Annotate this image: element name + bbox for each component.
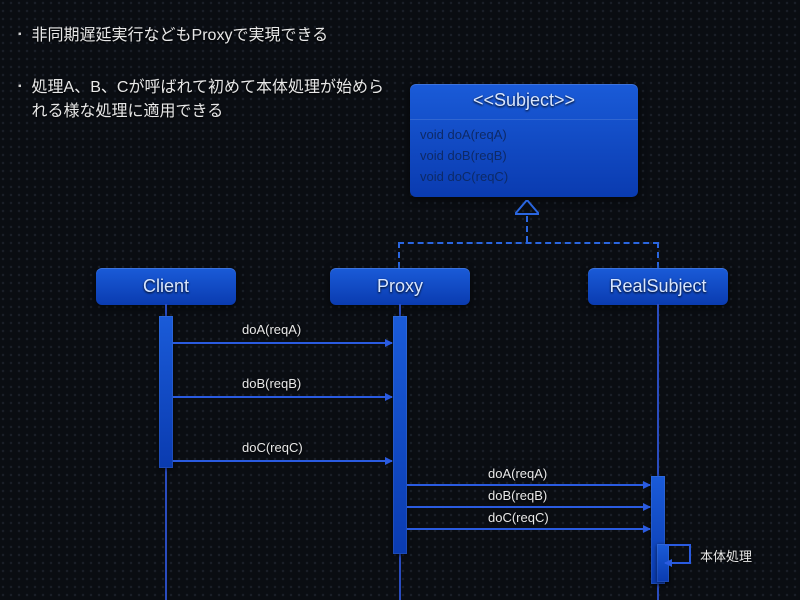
message-label: doC(reqC) xyxy=(242,440,303,455)
self-call-arrow xyxy=(665,544,691,564)
bullet-item: ▪ 非同期遅延実行などもProxyで実現できる xyxy=(18,24,398,48)
message-arrow xyxy=(173,460,392,462)
message-arrow xyxy=(407,506,650,508)
activation-client xyxy=(159,316,173,468)
inheritance-dash-to-realsubject xyxy=(657,242,659,268)
message-label: doB(reqB) xyxy=(242,376,301,391)
lane-label-client: Client xyxy=(96,268,236,305)
bullet-item: ▪ 処理A、B、Cが呼ばれて初めて本体処理が始められる様な処理に適用できる xyxy=(18,76,398,124)
message-label: doB(reqB) xyxy=(488,488,547,503)
inheritance-dash-to-proxy xyxy=(398,242,400,268)
self-call-label: 本体処理 xyxy=(700,546,752,565)
square-bullet-icon: ▪ xyxy=(18,81,22,92)
subject-class-box: <<Subject>> void doA(reqA) void doB(reqB… xyxy=(410,84,638,197)
subject-title: <<Subject>> xyxy=(410,84,638,120)
activation-proxy xyxy=(393,316,407,554)
subject-method: void doB(reqB) xyxy=(410,145,638,166)
bullet-text: 処理A、B、Cが呼ばれて初めて本体処理が始められる様な処理に適用できる xyxy=(32,76,398,124)
subject-methods: void doA(reqA) void doB(reqB) void doC(r… xyxy=(410,120,638,197)
lane-label-proxy: Proxy xyxy=(330,268,470,305)
message-arrow xyxy=(407,484,650,486)
subject-method: void doC(reqC) xyxy=(410,166,638,187)
message-label: doC(reqC) xyxy=(488,510,549,525)
lane-label-realsubject: RealSubject xyxy=(588,268,728,305)
message-arrow xyxy=(173,342,392,344)
message-arrow xyxy=(173,396,392,398)
message-arrow xyxy=(407,528,650,530)
square-bullet-icon: ▪ xyxy=(18,29,22,40)
subject-method: void doA(reqA) xyxy=(410,124,638,145)
bullet-list: ▪ 非同期遅延実行などもProxyで実現できる ▪ 処理A、B、Cが呼ばれて初め… xyxy=(18,24,398,152)
inheritance-dash-horizontal xyxy=(398,242,659,244)
message-label: doA(reqA) xyxy=(242,322,301,337)
inheritance-dash-vertical xyxy=(526,216,528,242)
bullet-text: 非同期遅延実行などもProxyで実現できる xyxy=(32,24,329,48)
message-label: doA(reqA) xyxy=(488,466,547,481)
